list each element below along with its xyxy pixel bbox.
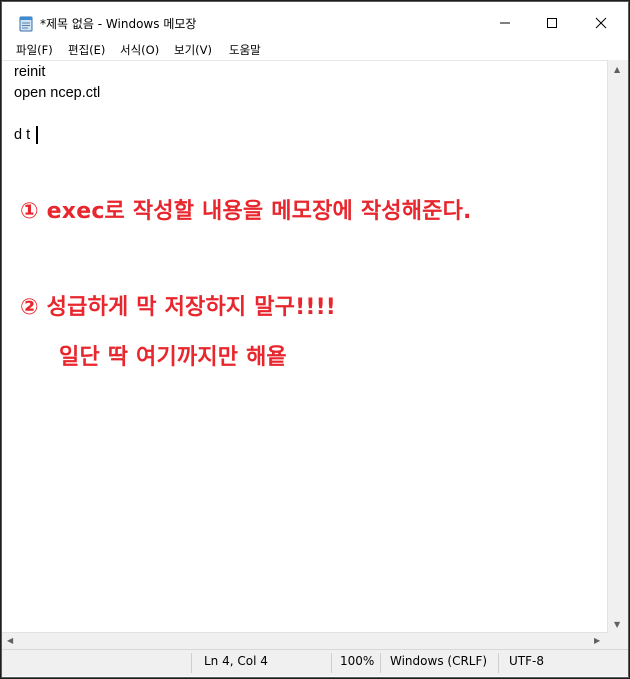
minimize-button[interactable] [482,2,528,43]
menu-format[interactable]: 서식(O) [120,42,159,58]
text-editor[interactable]: reinit open ncep.ctl d t ① exec로 작성할 내용을… [2,60,607,633]
notepad-icon [18,16,34,32]
status-divider [331,653,332,673]
menu-file[interactable]: 파일(F) [16,42,53,58]
close-icon [595,17,607,28]
editor-line: d t [14,127,31,143]
menu-edit[interactable]: 편집(E) [68,42,105,58]
close-button[interactable] [578,2,624,43]
scroll-right-icon[interactable]: ▶ [594,636,600,645]
minimize-icon [500,22,510,23]
vertical-scrollbar[interactable]: ▲ ▼ [607,60,628,633]
scrollbar-corner [607,633,628,650]
annotation-step1: ① exec로 작성할 내용을 메모장에 작성해준다. [20,199,472,224]
annotation-step2-detail: 일단 딱 여기까지만 해욭 [59,345,287,370]
text-caret [36,126,38,144]
horizontal-scrollbar[interactable]: ◀ ▶ [2,632,607,649]
status-divider [380,653,381,673]
status-encoding: UTF-8 [509,654,544,668]
notepad-window: *제목 없음 - Windows 메모장 파일(F) 편집(E) 서식(O) 보… [1,1,629,678]
maximize-button[interactable] [529,2,575,43]
scroll-left-icon[interactable]: ◀ [7,636,13,645]
status-cursor-position: Ln 4, Col 4 [204,654,268,668]
editor-line: open ncep.ctl [14,85,101,101]
status-bar: Ln 4, Col 4 100% Windows (CRLF) UTF-8 [2,649,628,676]
menu-view[interactable]: 보기(V) [174,42,212,58]
status-divider [191,653,192,673]
status-line-ending: Windows (CRLF) [390,654,488,668]
status-zoom: 100% [340,654,375,668]
menu-bar: 파일(F) 편집(E) 서식(O) 보기(V) 도움말 [2,39,628,60]
scroll-up-icon[interactable]: ▲ [614,65,620,74]
editor-line: reinit [14,64,46,80]
annotation-step2: ② 성급하게 막 저장하지 말구!!!! [20,295,337,320]
scroll-down-icon[interactable]: ▼ [614,620,620,629]
title-bar[interactable]: *제목 없음 - Windows 메모장 [2,2,628,43]
maximize-icon [547,17,557,28]
menu-help[interactable]: 도움말 [229,42,261,58]
window-title: *제목 없음 - Windows 메모장 [40,17,197,31]
status-divider [498,653,499,673]
